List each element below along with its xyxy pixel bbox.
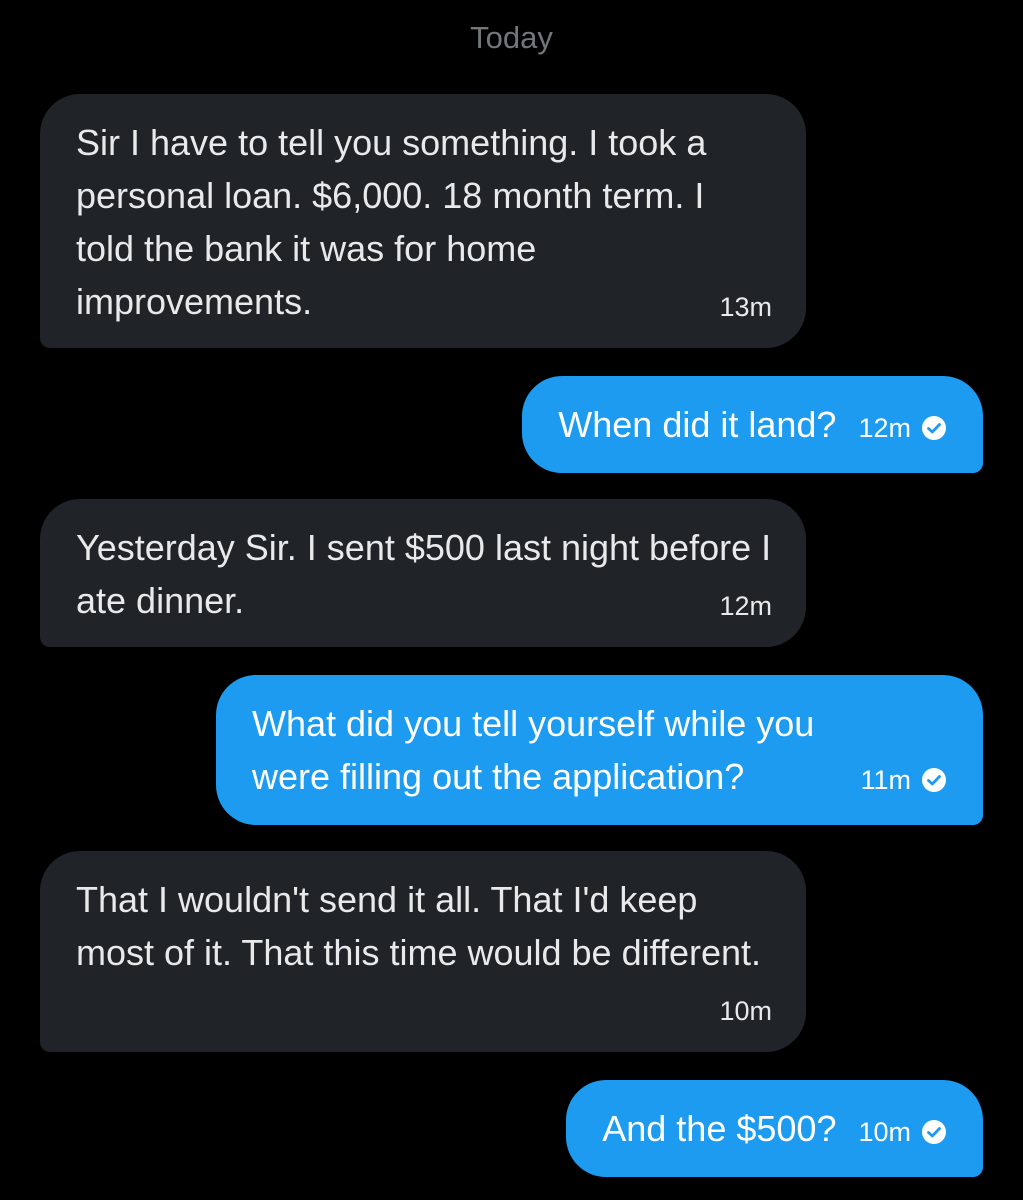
message-bubble-outgoing[interactable]: And the $500? 10m: [566, 1080, 983, 1177]
message-bubble-incoming[interactable]: Sir I have to tell you something. I took…: [40, 94, 806, 348]
message-text: That I wouldn't send it all. That I'd ke…: [76, 879, 762, 973]
message-timestamp: 13m: [719, 292, 772, 322]
message-text: What did you tell yourself while you wer…: [252, 703, 815, 797]
check-circle-icon: [921, 415, 947, 441]
message-text: Yesterday Sir. I sent $500 last night be…: [76, 527, 772, 621]
check-circle-icon: [921, 1119, 947, 1145]
message-bubble-outgoing[interactable]: When did it land? 12m: [522, 376, 983, 473]
message-text: And the $500?: [602, 1108, 837, 1149]
message-timestamp: 11m: [860, 765, 911, 795]
message-bubble-incoming[interactable]: Yesterday Sir. I sent $500 last night be…: [40, 499, 806, 647]
message-bubble-outgoing[interactable]: What did you tell yourself while you wer…: [216, 675, 983, 825]
message-timestamp: 12m: [858, 413, 911, 443]
message-text: When did it land?: [558, 404, 837, 445]
message-text: Sir I have to tell you something. I took…: [76, 122, 707, 322]
message-timestamp: 12m: [719, 591, 772, 621]
message-bubble-incoming[interactable]: That I wouldn't send it all. That I'd ke…: [40, 851, 806, 1052]
message-timestamp: 10m: [719, 996, 772, 1026]
message-timestamp: 10m: [858, 1117, 911, 1147]
date-separator: Today: [470, 20, 553, 55]
check-circle-icon: [921, 767, 947, 793]
